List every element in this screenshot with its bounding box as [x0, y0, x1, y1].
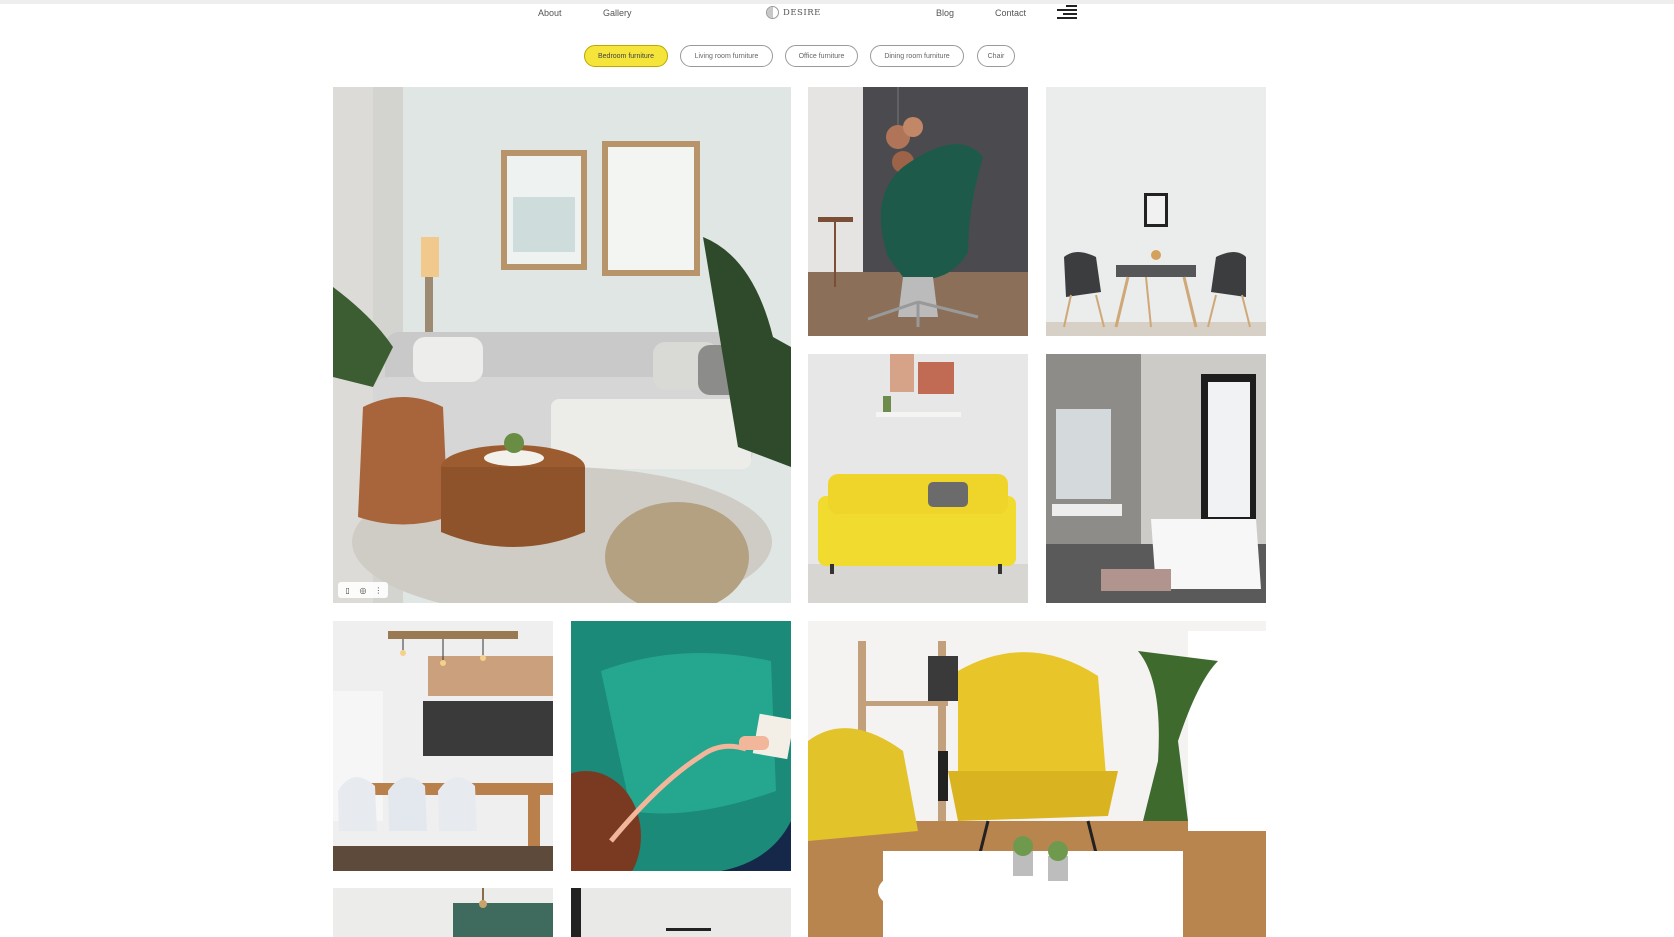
gallery-image-small-dining-table[interactable]: [1046, 87, 1266, 336]
more-options-icon[interactable]: ⋮: [372, 584, 384, 596]
filter-bedroom-furniture[interactable]: Bedroom furniture: [584, 45, 668, 67]
logo-mark-icon: [766, 6, 779, 19]
logo-text: DESIRE: [783, 7, 821, 18]
gallery-image-partial-room[interactable]: [333, 888, 553, 937]
gallery-image-green-lounge-chair[interactable]: [808, 87, 1028, 336]
gallery-image-kitchen[interactable]: [333, 621, 553, 871]
site-logo[interactable]: DESIRE: [766, 6, 821, 19]
nav-contact-link[interactable]: Contact: [995, 8, 1026, 18]
hamburger-menu-icon[interactable]: [1057, 5, 1077, 20]
bookmark-icon[interactable]: ▯: [342, 584, 354, 596]
top-border: [0, 0, 1674, 4]
image-toolbar: ▯ ◎ ⋮: [338, 582, 388, 598]
gallery-image-teal-armchair[interactable]: [571, 621, 791, 871]
filter-dining-room-furniture[interactable]: Dining room furniture: [870, 45, 964, 67]
camera-icon[interactable]: ◎: [357, 584, 369, 596]
gallery-image-yellow-sofa[interactable]: [808, 354, 1028, 603]
gallery-image-bathroom[interactable]: [1046, 354, 1266, 603]
nav-blog-link[interactable]: Blog: [936, 8, 954, 18]
filter-office-furniture[interactable]: Office furniture: [785, 45, 858, 67]
gallery-image-partial-interior[interactable]: [571, 888, 791, 937]
filter-chair[interactable]: Chair: [977, 45, 1015, 67]
nav-gallery-link[interactable]: Gallery: [603, 8, 632, 18]
filter-living-room-furniture[interactable]: Living room furniture: [680, 45, 773, 67]
gallery-image-living-room[interactable]: [333, 87, 791, 603]
nav-about-link[interactable]: About: [538, 8, 562, 18]
gallery-image-yellow-armchairs[interactable]: [808, 621, 1266, 937]
